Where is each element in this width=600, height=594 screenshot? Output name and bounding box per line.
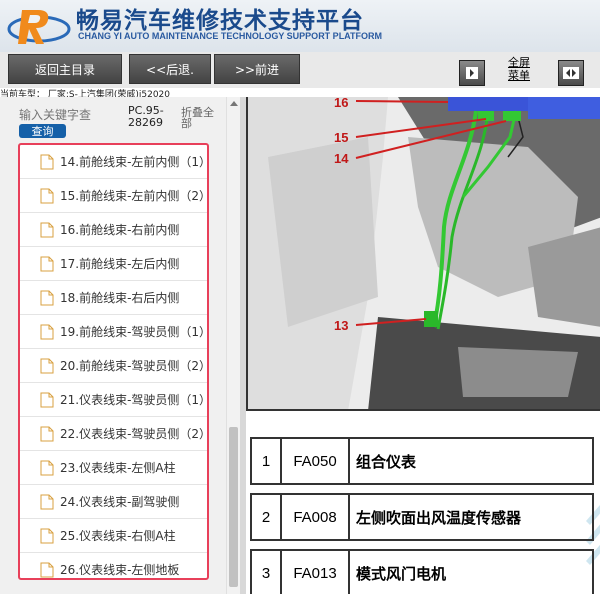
collapse-panel-button[interactable] — [459, 60, 485, 86]
back-main-button[interactable]: 返回主目录 — [8, 54, 122, 84]
forward-button[interactable]: >>前进 — [214, 54, 300, 84]
document-icon — [40, 188, 54, 203]
document-icon — [40, 154, 54, 169]
callout-label: 15 — [334, 130, 348, 145]
document-icon — [40, 426, 54, 441]
list-item[interactable]: 20.前舱线束-驾驶员侧（2） — [20, 349, 207, 383]
list-item[interactable]: 19.前舱线束-驾驶员侧（1） — [20, 315, 207, 349]
search-input[interactable] — [19, 108, 125, 122]
expand-icon — [563, 67, 579, 79]
fullscreen-label-line2: 菜单 — [508, 69, 530, 82]
list-item[interactable]: 16.前舱线束-右前内侧 — [20, 213, 207, 247]
list-item-label: 14.前舱线束-左前内侧（1） — [60, 155, 207, 169]
component-number: 2 — [250, 493, 282, 541]
list-item[interactable]: 23.仪表线束-左侧A柱 — [20, 451, 207, 485]
component-code: FA013 — [280, 549, 350, 594]
list-item[interactable]: 22.仪表线束-驾驶员侧（2） — [20, 417, 207, 451]
left-panel-scrollbar[interactable] — [226, 97, 240, 594]
list-item-label: 22.仪表线束-驾驶员侧（2） — [60, 427, 207, 441]
callout-label: 16 — [334, 97, 348, 110]
diagram-image: 16 15 14 13 — [248, 97, 600, 409]
list-item-label: 25.仪表线束-右侧A柱 — [60, 529, 176, 543]
back-button[interactable]: <<后退. — [129, 54, 211, 84]
list-item[interactable]: 24.仪表线束-副驾驶侧 — [20, 485, 207, 519]
scroll-up-icon[interactable] — [230, 101, 238, 106]
callout-label: 13 — [334, 318, 348, 333]
tree-list: 14.前舱线束-左前内侧（1） 15.前舱线束-左前内侧（2） 16.前舱线束-… — [18, 143, 209, 580]
document-icon — [40, 392, 54, 407]
list-item[interactable]: 18.前舱线束-右后内侧 — [20, 281, 207, 315]
app-window: 畅易汽车维修技术支持平台 CHANG YI AUTO MAINTENANCE T… — [0, 0, 600, 594]
search-button[interactable]: 查询 — [19, 124, 66, 138]
list-item-label: 24.仪表线束-副驾驶侧 — [60, 495, 180, 509]
component-name: 模式风门电机 — [348, 549, 594, 594]
list-item-label: 17.前舱线束-左后内侧 — [60, 257, 180, 271]
list-item[interactable]: 26.仪表线束-左侧地板 — [20, 553, 207, 578]
app-title: 畅易汽车维修技术支持平台 — [76, 8, 364, 34]
list-item-label: 19.前舱线束-驾驶员侧（1） — [60, 325, 207, 339]
component-code: FA008 — [280, 493, 350, 541]
expand-panel-button[interactable] — [558, 60, 584, 86]
document-icon — [40, 324, 54, 339]
components-section: 1 FA050 组合仪表 2 FA008 左侧吹面出风温度传感器 3 FA013… — [246, 411, 600, 594]
header-banner: 畅易汽车维修技术支持平台 CHANG YI AUTO MAINTENANCE T… — [0, 0, 600, 52]
list-item[interactable]: 17.前舱线束-左后内侧 — [20, 247, 207, 281]
table-row: 2 FA008 左侧吹面出风温度传感器 — [250, 493, 594, 541]
components-table: 1 FA050 组合仪表 2 FA008 左侧吹面出风温度传感器 3 FA013… — [250, 437, 594, 594]
table-row: 3 FA013 模式风门电机 — [250, 549, 594, 594]
list-item[interactable]: 21.仪表线束-驾驶员侧（1） — [20, 383, 207, 417]
list-item-label: 16.前舱线束-右前内侧 — [60, 223, 180, 237]
list-item-label: 18.前舱线束-右后内侧 — [60, 291, 180, 305]
list-item-label: 15.前舱线束-左前内侧（2） — [60, 189, 207, 203]
collapse-all-link[interactable]: 折叠全部 — [181, 107, 221, 129]
fullscreen-menu-link[interactable]: 全屏 菜单 — [499, 56, 539, 82]
component-code: FA050 — [280, 437, 350, 485]
logo-icon — [7, 10, 71, 44]
document-icon — [40, 256, 54, 271]
component-number: 3 — [250, 549, 282, 594]
callout-label: 14 — [334, 151, 349, 166]
list-item-label: 21.仪表线束-驾驶员侧（1） — [60, 393, 207, 407]
document-icon — [40, 528, 54, 543]
component-name: 左侧吹面出风温度传感器 — [348, 493, 594, 541]
document-icon — [40, 494, 54, 509]
list-item[interactable]: 25.仪表线束-右侧A柱 — [20, 519, 207, 553]
document-icon — [40, 358, 54, 373]
component-name: 组合仪表 — [348, 437, 594, 485]
component-number: 1 — [250, 437, 282, 485]
list-item-label: 20.前舱线束-驾驶员侧（2） — [60, 359, 207, 373]
scroll-thumb[interactable] — [229, 427, 238, 587]
list-item-label: 23.仪表线束-左侧A柱 — [60, 461, 176, 475]
document-icon — [40, 290, 54, 305]
pc-number: PC.95-28269 — [128, 104, 164, 129]
panel-toggle-icon — [466, 67, 478, 79]
document-icon — [40, 222, 54, 237]
document-icon — [40, 562, 54, 577]
app-subtitle: CHANG YI AUTO MAINTENANCE TECHNOLOGY SUP… — [78, 31, 383, 41]
list-item-label: 26.仪表线束-左侧地板 — [60, 563, 180, 577]
list-item[interactable]: 14.前舱线束-左前内侧（1） — [20, 145, 207, 179]
table-row: 1 FA050 组合仪表 — [250, 437, 594, 485]
wiring-diagram: 16 15 14 13 — [246, 97, 600, 411]
list-item[interactable]: 15.前舱线束-左前内侧（2） — [20, 179, 207, 213]
document-icon — [40, 460, 54, 475]
fullscreen-label-line1: 全屏 — [508, 56, 530, 69]
